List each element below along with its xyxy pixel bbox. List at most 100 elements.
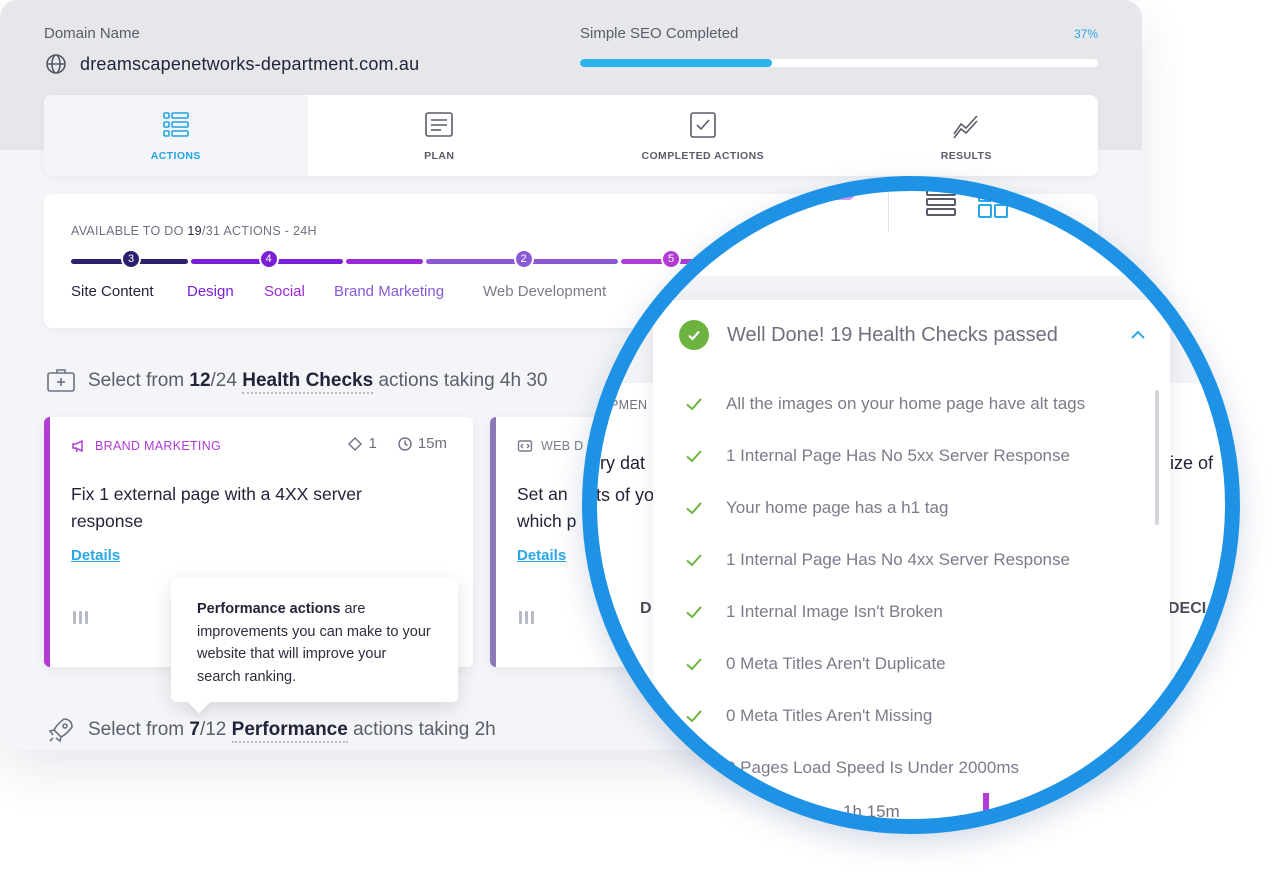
performance-heading-lead: Select from — [88, 719, 190, 740]
health-checks-title: Well Done! 19 Health Checks passed — [727, 323, 1058, 346]
tab-results[interactable]: RESULTS — [835, 95, 1099, 176]
category-segment — [346, 259, 423, 264]
performance-tooltip: Performance actions are improvements you… — [171, 578, 458, 714]
code-icon — [517, 440, 533, 452]
completed-check-icon — [689, 111, 716, 138]
card-accent-edge — [44, 417, 50, 667]
health-checks-heading: Select from 12/24 Health Checks actions … — [46, 366, 547, 396]
grid-view-icon[interactable] — [977, 186, 1009, 218]
seo-progress-fill — [580, 59, 772, 67]
tab-results-label: RESULTS — [940, 149, 992, 162]
checkmark-icon — [686, 606, 702, 619]
health-check-text: 0 Meta Titles Aren't Duplicate — [726, 654, 946, 673]
tab-completed-label: COMPLETED ACTIONS — [641, 149, 764, 162]
health-check-text: 1 Internal Page Has No 4xx Server Respon… — [726, 550, 1070, 569]
seo-progress-percent: 37% — [1073, 27, 1098, 41]
list-view-icon[interactable] — [925, 186, 957, 218]
lens-category-blob — [805, 186, 855, 200]
magnifier-lens: OPMEN iry dat ts of yo D ize of DECI Wel… — [582, 176, 1240, 834]
available-done-count: 19 — [187, 224, 202, 238]
category-count-dot: 3 — [121, 249, 141, 269]
rocket-icon — [48, 718, 73, 743]
lens-fragment-title: iry dat — [596, 453, 646, 473]
lens-divider — [888, 180, 889, 232]
drag-handle-icon[interactable] — [73, 611, 88, 624]
card-category-label: BRAND MARKETING — [95, 439, 222, 453]
category-name[interactable]: Design — [187, 283, 234, 300]
health-check-item: 1 Internal Image Isn't Broken — [684, 586, 1085, 638]
category-count-dot: 4 — [258, 249, 279, 269]
health-check-item: 1 Internal Page Has No 5xx Server Respon… — [684, 430, 1085, 482]
scrollbar[interactable] — [1155, 390, 1159, 525]
domain-label: Domain Name — [44, 25, 140, 42]
details-link[interactable]: Details — [71, 547, 120, 564]
performance-heading-total: 12 — [205, 719, 227, 740]
seo-progress-bar — [580, 59, 1098, 67]
lens-card-right — [1160, 383, 1230, 803]
performance-heading: Select from 7/12 Performance actions tak… — [46, 715, 496, 745]
card-title-line2: which p — [517, 511, 577, 531]
tooltip-bold: Performance actions — [197, 601, 341, 617]
health-heading-total: 24 — [215, 370, 237, 391]
card-points-value: 1 — [368, 435, 377, 452]
tab-plan[interactable]: PLAN — [308, 95, 572, 176]
health-heading-count: 12 — [189, 370, 211, 391]
available-prefix: AVAILABLE TO DO — [71, 224, 188, 238]
card-points: 1 — [347, 435, 377, 452]
main-tabs: ACTIONS PLAN COMPLETED ACTIONS RESULTS — [44, 95, 1098, 176]
tab-completed-actions[interactable]: COMPLETED ACTIONS — [571, 95, 835, 176]
card-category-label: WEB D — [541, 439, 584, 453]
tab-actions[interactable]: ACTIONS — [44, 95, 308, 176]
health-check-text: 0 Pages Load Speed Is Under 2000ms — [726, 758, 1019, 777]
category-track: 3425 — [71, 249, 718, 269]
health-check-text: 1 Internal Image Isn't Broken — [726, 602, 943, 621]
performance-heading-count: 7 — [189, 719, 200, 740]
available-suffix: ACTIONS - 24H — [220, 224, 317, 238]
health-heading-tail: actions taking 4h 30 — [373, 370, 548, 391]
health-heading-name[interactable]: Health Checks — [242, 370, 374, 394]
diamond-icon — [348, 436, 363, 451]
health-check-item: 1 Internal Page Has No 4xx Server Respon… — [684, 534, 1085, 586]
health-checks-list: All the images on your home page have al… — [684, 378, 1085, 794]
lens-fragment-category: OPMEN — [600, 398, 648, 412]
details-link[interactable]: Details — [517, 547, 566, 564]
checkmark-icon — [686, 710, 702, 723]
check-circle-icon — [679, 320, 709, 350]
checkmark-icon — [686, 450, 702, 463]
category-name[interactable]: Social — [264, 283, 305, 300]
seo-progress-label: Simple SEO Completed — [580, 25, 739, 42]
lens-content: OPMEN iry dat ts of yo D ize of DECI Wel… — [582, 176, 1240, 834]
category-name[interactable]: Site Content — [71, 283, 154, 300]
health-heading-text: Select from 12/24 Health Checks actions … — [88, 370, 548, 394]
tab-plan-label: PLAN — [424, 149, 455, 162]
card-time: 15m — [397, 435, 447, 452]
lens-toolbar-bg — [582, 176, 1142, 276]
performance-heading-tail: actions taking 2h — [347, 719, 496, 740]
lens-fragment-right-title: ize of — [1170, 453, 1214, 473]
tooltip-arrow — [187, 690, 211, 714]
category-count-dot: 2 — [513, 249, 534, 269]
health-check-text: 0 Meta Titles Aren't Missing — [726, 706, 933, 725]
plan-icon — [425, 111, 454, 137]
lens-card-left — [582, 383, 657, 803]
lens-fragment-right-action: DECI — [1168, 600, 1207, 617]
health-check-item: 0 Pages Load Speed Is Under 2000ms — [684, 742, 1085, 794]
card-category: BRAND MARKETING — [71, 438, 221, 454]
lens-fragment-letter: D — [640, 600, 652, 617]
available-total-count: 31 — [205, 224, 221, 238]
chevron-up-icon[interactable] — [1129, 326, 1147, 344]
health-check-item: All the images on your home page have al… — [684, 378, 1085, 430]
drag-handle-icon[interactable] — [519, 611, 534, 624]
globe-icon — [46, 54, 66, 74]
category-name[interactable]: Brand Marketing — [334, 283, 444, 300]
health-check-item: 0 Meta Titles Aren't Duplicate — [684, 638, 1085, 690]
performance-heading-name[interactable]: Performance — [231, 719, 348, 743]
domain-row: dreamscapenetworks-department.com.au — [44, 52, 419, 76]
performance-heading-text: Select from 7/12 Performance actions tak… — [88, 719, 496, 743]
tab-actions-label: ACTIONS — [150, 149, 201, 162]
card-time-value: 15m — [417, 435, 447, 452]
lens-fragment-time: 1h 15m — [843, 802, 900, 821]
health-checks-panel: Well Done! 19 Health Checks passed All t… — [653, 300, 1170, 834]
health-checks-header[interactable]: Well Done! 19 Health Checks passed — [679, 320, 1058, 350]
card-title-line1: Set an — [517, 484, 568, 504]
